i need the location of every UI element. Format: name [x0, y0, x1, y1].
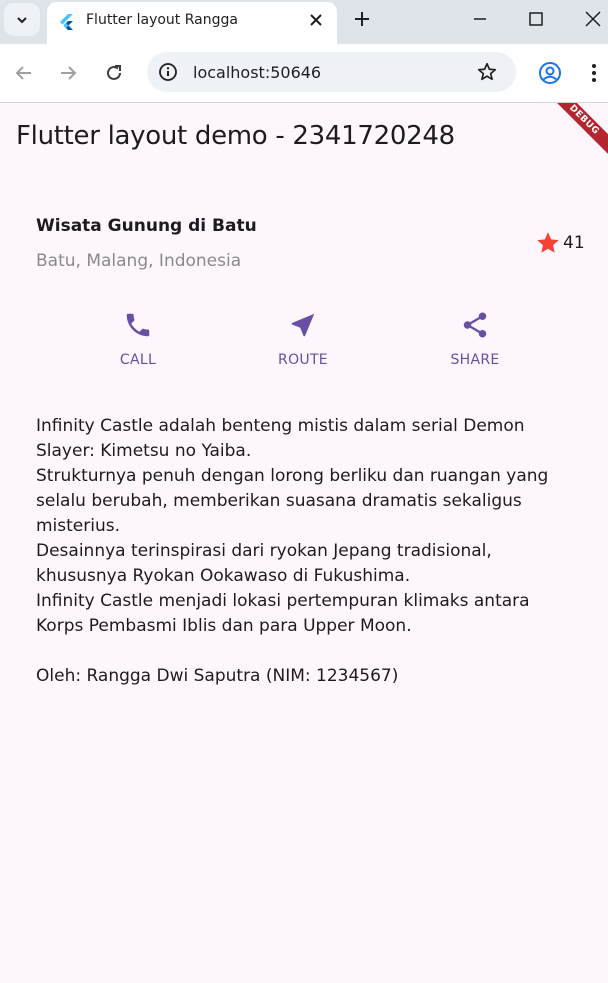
window-close-icon[interactable] — [583, 9, 603, 29]
star-icon — [537, 232, 559, 253]
minimize-icon[interactable] — [470, 9, 490, 29]
share-label: SHARE — [450, 352, 500, 368]
call-button[interactable]: CALL — [93, 310, 183, 368]
url-text[interactable]: localhost:50646 — [193, 63, 321, 82]
share-icon — [463, 312, 487, 338]
bookmark-star-icon[interactable] — [476, 61, 498, 83]
new-tab-plus-icon[interactable] — [352, 9, 372, 29]
address-bar[interactable]: localhost:50646 — [147, 52, 516, 92]
reload-icon — [107, 65, 121, 80]
chevron-down-icon — [17, 16, 27, 23]
near-me-icon — [291, 313, 315, 337]
tab-search-button[interactable] — [4, 3, 40, 36]
tab-title: Flutter layout Rangga — [86, 12, 238, 28]
site-info-icon[interactable] — [158, 62, 178, 82]
phone-icon — [126, 313, 150, 337]
reload-button[interactable] — [102, 61, 126, 85]
call-label: CALL — [119, 352, 157, 368]
more-vert-icon[interactable] — [584, 61, 604, 85]
back-button[interactable] — [12, 61, 36, 85]
place-location: Batu, Malang, Indonesia — [36, 251, 242, 271]
browser-tab-strip: Flutter layout Rangga — [0, 0, 608, 44]
share-button[interactable]: SHARE — [430, 310, 520, 368]
route-label: ROUTE — [278, 352, 328, 368]
rating: 41 — [535, 230, 585, 256]
app-page: Flutter layout demo - 2341720248 DEBUG W… — [0, 103, 608, 983]
arrow-left-icon — [15, 66, 31, 80]
browser-toolbar: localhost:50646 — [0, 44, 608, 103]
tab-close-button[interactable] — [307, 11, 325, 29]
maximize-icon[interactable] — [526, 9, 546, 29]
browser-tab[interactable]: Flutter layout Rangga — [47, 2, 337, 44]
flutter-logo-icon — [60, 14, 73, 30]
description-text: Infinity Castle adalah benteng mistis da… — [36, 416, 549, 686]
forward-button[interactable] — [56, 61, 80, 85]
debug-banner: DEBUG — [543, 103, 608, 161]
app-bar-title: Flutter layout demo - 2341720248 — [16, 121, 455, 151]
profile-icon[interactable] — [538, 61, 562, 85]
place-name: Wisata Gunung di Batu — [36, 216, 257, 236]
arrow-right-icon — [61, 66, 77, 80]
route-button[interactable]: ROUTE — [258, 310, 348, 368]
close-icon — [310, 14, 322, 26]
rating-count: 41 — [563, 233, 585, 253]
